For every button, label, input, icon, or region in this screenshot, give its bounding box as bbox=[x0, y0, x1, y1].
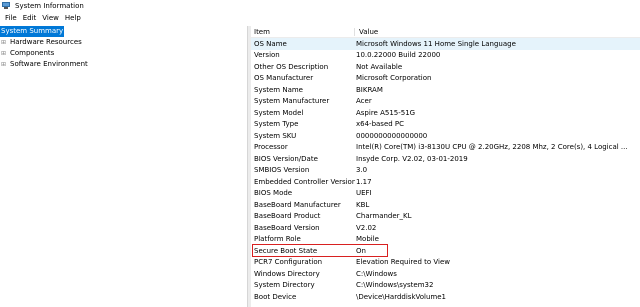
value-cell: 1.17 bbox=[356, 177, 372, 186]
item-cell: OS Manufacturer bbox=[254, 74, 314, 83]
value-cell: UEFI bbox=[356, 189, 372, 198]
value-cell: C:\Windows bbox=[356, 269, 397, 278]
title-bar: System Information bbox=[0, 0, 640, 11]
table-row[interactable]: BaseBoard Manufacturer KBL bbox=[251, 199, 640, 211]
item-cell: BaseBoard Product bbox=[254, 212, 321, 221]
menu-help[interactable]: Help bbox=[62, 14, 84, 22]
item-cell: BaseBoard Version bbox=[254, 223, 320, 232]
value-cell: Intel(R) Core(TM) i3-8130U CPU @ 2.20GHz… bbox=[356, 143, 628, 152]
item-cell: System Manufacturer bbox=[254, 97, 330, 106]
value-cell: Elevation Required to View bbox=[356, 258, 450, 267]
value-cell: BIKRAM bbox=[356, 85, 383, 94]
item-cell: Embedded Controller Version bbox=[254, 177, 355, 186]
category-tree: System Summary ⊞ Hardware Resources ⊞ Co… bbox=[0, 26, 248, 307]
value-cell: Microsoft Windows 11 Home Single Languag… bbox=[356, 39, 516, 48]
value-cell: 3.0 bbox=[356, 166, 368, 175]
item-cell: Version bbox=[254, 51, 280, 60]
table-row[interactable]: System Type x64-based PC bbox=[251, 119, 640, 131]
menu-file[interactable]: File bbox=[0, 14, 20, 22]
table-row[interactable]: Other OS Description Not Available bbox=[251, 61, 640, 73]
plus-expander-icon[interactable]: ⊞ bbox=[0, 48, 7, 59]
value-cell: KBL bbox=[356, 200, 370, 209]
annotation-highlight-box bbox=[252, 244, 388, 257]
tree-item-software-environment[interactable]: ⊞ Software Environment bbox=[0, 59, 247, 70]
window-title: System Information bbox=[15, 1, 84, 10]
plus-expander-icon[interactable]: ⊞ bbox=[0, 59, 7, 70]
plus-expander-icon[interactable]: ⊞ bbox=[0, 37, 7, 48]
table-row[interactable]: PCR7 Configuration Elevation Required to … bbox=[251, 257, 640, 269]
table-row[interactable]: BIOS Version/Date Insyde Corp. V2.02, 03-… bbox=[251, 153, 640, 165]
table-body: OS Name Microsoft Windows 11 Home Single … bbox=[251, 38, 640, 303]
item-cell: PCR7 Configuration bbox=[254, 258, 323, 267]
value-cell: C:\Windows\system32 bbox=[356, 281, 434, 290]
value-cell: V2.02 bbox=[356, 223, 377, 232]
table-header: Item Value bbox=[251, 27, 640, 38]
table-row[interactable]: OS Name Microsoft Windows 11 Home Single … bbox=[251, 38, 640, 50]
item-cell: BaseBoard Manufacturer bbox=[254, 200, 341, 209]
value-cell: 0000000000000000 bbox=[356, 131, 428, 140]
menu-bar: File Edit View Help bbox=[0, 12, 84, 23]
item-cell: OS Name bbox=[254, 39, 287, 48]
item-cell: System Type bbox=[254, 120, 299, 129]
table-row[interactable]: System Name BIKRAM bbox=[251, 84, 640, 96]
summary-table: Item Value OS Name Microsoft Windows 11 H… bbox=[251, 27, 640, 303]
item-cell: Processor bbox=[254, 143, 288, 152]
value-cell: Aspire A515-51G bbox=[356, 108, 416, 117]
value-cell: On bbox=[356, 246, 366, 255]
menu-edit[interactable]: Edit bbox=[20, 14, 40, 22]
tree-item-hardware-resources[interactable]: ⊞ Hardware Resources bbox=[0, 37, 247, 48]
value-cell: Microsoft Corporation bbox=[356, 74, 432, 83]
table-row[interactable]: System Model Aspire A515-51G bbox=[251, 107, 640, 119]
item-cell: Windows Directory bbox=[254, 269, 320, 278]
table-row[interactable]: Processor Intel(R) Core(TM) i3-8130U CPU … bbox=[251, 142, 640, 154]
value-cell: x64-based PC bbox=[356, 120, 405, 129]
table-row[interactable]: OS Manufacturer Microsoft Corporation bbox=[251, 73, 640, 85]
item-cell: Platform Role bbox=[254, 235, 301, 244]
table-row[interactable]: Windows Directory C:\Windows bbox=[251, 268, 640, 280]
item-cell: BIOS Mode bbox=[254, 189, 293, 198]
item-cell: System Directory bbox=[254, 281, 315, 290]
menu-view[interactable]: View bbox=[39, 14, 62, 22]
table-row[interactable]: System Directory C:\Windows\system32 bbox=[251, 280, 640, 292]
value-cell: 10.0.22000 Build 22000 bbox=[356, 51, 441, 60]
item-cell: Other OS Description bbox=[254, 62, 329, 71]
item-cell: SMBIOS Version bbox=[254, 166, 310, 175]
system-information-icon bbox=[2, 2, 10, 9]
table-row[interactable]: BaseBoard Version V2.02 bbox=[251, 222, 640, 234]
tree-item-system-summary[interactable]: System Summary bbox=[0, 26, 247, 37]
column-header-value[interactable]: Value bbox=[355, 28, 640, 36]
value-cell: Insyde Corp. V2.02, 03-01-2019 bbox=[356, 154, 468, 163]
value-cell: Charmander_KL bbox=[356, 212, 412, 221]
table-row[interactable]: System SKU 0000000000000000 bbox=[251, 130, 640, 142]
tree-item-components[interactable]: ⊞ Components bbox=[0, 48, 247, 59]
column-header-item[interactable]: Item bbox=[251, 28, 355, 36]
item-cell: System Model bbox=[254, 108, 304, 117]
table-row[interactable]: Version 10.0.22000 Build 22000 bbox=[251, 50, 640, 62]
item-cell: Boot Device bbox=[254, 292, 297, 301]
table-row[interactable]: BIOS Mode UEFI bbox=[251, 188, 640, 200]
value-cell: Acer bbox=[356, 97, 372, 106]
table-row[interactable]: Embedded Controller Version 1.17 bbox=[251, 176, 640, 188]
value-cell: Not Available bbox=[356, 62, 403, 71]
table-row[interactable]: BaseBoard Product Charmander_KL bbox=[251, 211, 640, 223]
table-row[interactable]: Boot Device \Device\HarddiskVolume1 bbox=[251, 291, 640, 303]
tree-item-label: Hardware Resources bbox=[10, 38, 82, 46]
item-cell: System SKU bbox=[254, 131, 297, 140]
item-cell: System Name bbox=[254, 85, 303, 94]
tree-item-label: Components bbox=[10, 49, 55, 57]
tree-item-label: System Summary bbox=[0, 26, 65, 37]
table-row[interactable]: System Manufacturer Acer bbox=[251, 96, 640, 108]
item-cell: BIOS Version/Date bbox=[254, 154, 318, 163]
tree-item-label: Software Environment bbox=[10, 60, 88, 68]
value-cell: Mobile bbox=[356, 235, 379, 244]
value-cell: \Device\HarddiskVolume1 bbox=[356, 292, 446, 301]
table-row[interactable]: SMBIOS Version 3.0 bbox=[251, 165, 640, 177]
